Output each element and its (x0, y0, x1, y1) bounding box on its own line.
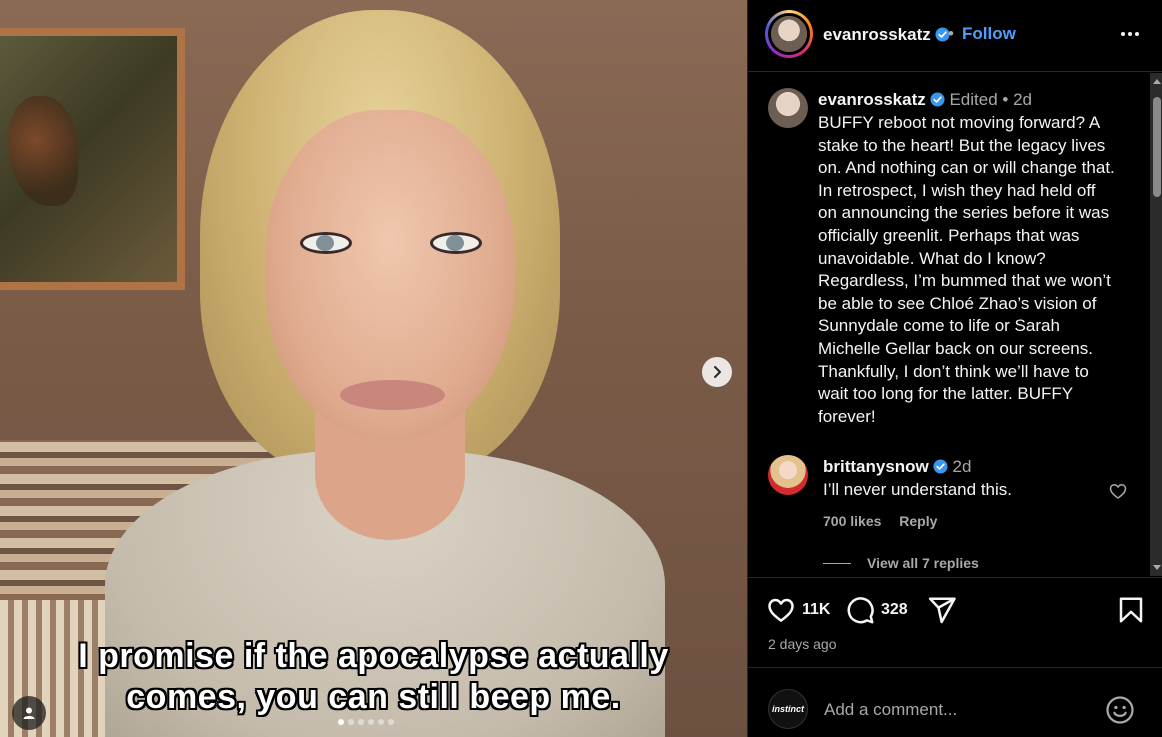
comments-scroll-area[interactable]: evanrosskatz Edited • 2d BUFFY reboot no… (748, 73, 1150, 576)
carousel-dot (378, 719, 384, 725)
current-user-avatar[interactable]: instinct (768, 689, 808, 729)
heart-icon (768, 598, 794, 622)
carousel-dot (388, 719, 394, 725)
more-icon (1121, 32, 1125, 36)
comments-scrollbar[interactable] (1150, 73, 1162, 576)
carousel-dot (358, 719, 364, 725)
like-button[interactable]: 11K (766, 595, 830, 625)
verified-badge-icon (930, 92, 945, 107)
comment-button[interactable]: 328 (845, 595, 908, 625)
edited-label: Edited (949, 90, 998, 109)
comment-likes-count[interactable]: 700 likes (823, 513, 881, 529)
comments-count[interactable]: 328 (881, 601, 908, 619)
comment-icon (847, 597, 874, 624)
caption-username[interactable]: evanrosskatz (818, 90, 926, 109)
caption-text: BUFFY reboot not moving forward? A stake… (818, 113, 1115, 426)
video-subject (105, 0, 665, 737)
comment-text: I’ll never understand this. (823, 480, 1012, 499)
post-timestamp[interactable]: 2 days ago (768, 636, 837, 652)
comment-actions: 700 likes Reply (823, 513, 951, 529)
post-header: evanrosskatz • Follow (748, 0, 1162, 72)
post-actions-bar: 11K 328 2 days ago (748, 577, 1162, 667)
more-options-button[interactable] (1121, 24, 1145, 44)
commenter-avatar[interactable] (768, 455, 808, 495)
tagged-users-button[interactable] (12, 696, 46, 730)
caption-separator: • (1002, 90, 1009, 109)
carousel-dot (348, 719, 354, 725)
carousel-next-button[interactable] (702, 357, 732, 387)
post-side-panel: evanrosskatz • Follow evanrosskatz Edite… (747, 0, 1162, 737)
commenter-username[interactable]: brittanysnow (823, 457, 929, 476)
caption-author-avatar[interactable] (768, 88, 808, 128)
video-caption-line-1: I promise if the apocalypse actually (78, 637, 669, 675)
author-username-link[interactable]: evanrosskatz (823, 25, 950, 45)
user-icon (23, 707, 35, 719)
add-comment-input[interactable]: Add a comment... (824, 700, 957, 720)
add-comment-bar: instinct Add a comment... (748, 667, 1162, 737)
video-caption-line-2: comes, you can still beep me. (126, 678, 621, 716)
carousel-indicator (338, 719, 394, 725)
verified-badge-icon (933, 459, 948, 474)
comment-reply-button[interactable]: Reply (899, 513, 937, 529)
follow-button[interactable]: Follow (962, 24, 1016, 44)
carousel-dot (368, 719, 374, 725)
scrollbar-thumb[interactable] (1153, 97, 1161, 197)
author-avatar[interactable] (765, 10, 813, 58)
carousel-dot (338, 719, 344, 725)
comment-like-heart-icon[interactable] (1108, 481, 1128, 501)
share-button[interactable] (927, 595, 957, 625)
caption-header: evanrosskatz Edited • 2d (818, 90, 1032, 110)
view-replies-button[interactable]: View all 7 replies (823, 555, 979, 571)
comment-header: brittanysnow 2d (823, 457, 971, 477)
bookmark-icon (1119, 597, 1143, 623)
emoji-icon[interactable] (1105, 695, 1135, 725)
likes-count[interactable]: 11K (802, 601, 830, 619)
save-button[interactable] (1116, 595, 1146, 625)
comment-age[interactable]: 2d (953, 457, 972, 476)
share-icon (928, 597, 956, 624)
chevron-right-icon (714, 366, 721, 378)
post-media[interactable]: I promise if the apocalypse actually com… (0, 0, 747, 737)
view-replies-label[interactable]: View all 7 replies (867, 555, 979, 571)
header-separator: • (948, 24, 954, 43)
header-username[interactable]: evanrosskatz (823, 25, 931, 44)
caption-age[interactable]: 2d (1013, 90, 1032, 109)
